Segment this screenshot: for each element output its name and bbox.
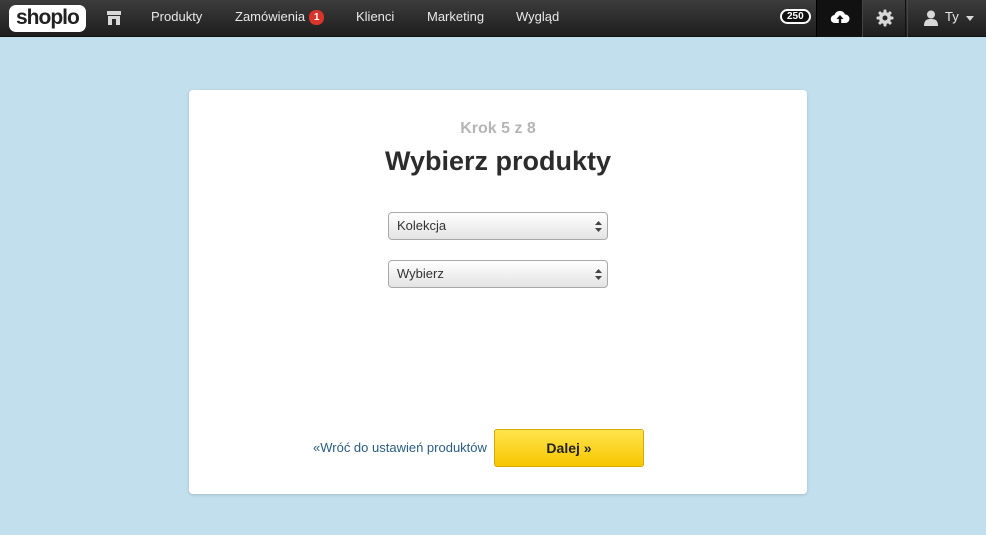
nav-klienci[interactable]: Klienci [356,0,394,37]
user-menu[interactable]: Ty [907,0,986,37]
collection-select-value: Kolekcja [397,218,447,233]
nav-marketing[interactable]: Marketing [427,0,484,37]
cloud-upload-button[interactable] [816,0,863,37]
collection-select[interactable]: Kolekcja [388,212,608,240]
product-select[interactable]: Wybierz [388,260,608,288]
back-to-product-settings-link[interactable]: «Wróć do ustawień produktów [313,440,487,455]
nav-wyglad[interactable]: Wygląd [516,0,559,37]
select-arrows-icon [595,221,602,232]
settings-button[interactable] [864,0,906,37]
credits-badge[interactable]: 250 [780,9,811,24]
nav-zamowienia[interactable]: Zamówienia 1 [235,0,325,37]
orders-count-badge: 1 [309,10,325,25]
product-select-value: Wybierz [397,266,444,281]
user-icon [924,10,938,26]
caret-down-icon [966,16,974,21]
user-label: Ty [945,9,959,24]
next-button[interactable]: Dalej » [494,429,644,467]
page-title: Wybierz produkty [384,146,612,176]
top-navigation-bar: shoplo Produkty Zamówienia 1 Klienci Mark… [0,0,986,37]
nav-zamowienia-label: Zamówienia [235,9,306,24]
shoplo-logo[interactable]: shoplo [9,5,86,32]
gear-icon [876,9,894,27]
wizard-card: Krok 5 z 8 Wybierz produkty Kolekcja Wyb… [189,90,807,494]
select-arrows-icon [595,269,602,280]
step-indicator: Krok 5 z 8 [460,120,536,137]
cloud-upload-icon [830,10,850,24]
store-icon[interactable] [106,10,122,26]
nav-produkty[interactable]: Produkty [151,0,202,37]
